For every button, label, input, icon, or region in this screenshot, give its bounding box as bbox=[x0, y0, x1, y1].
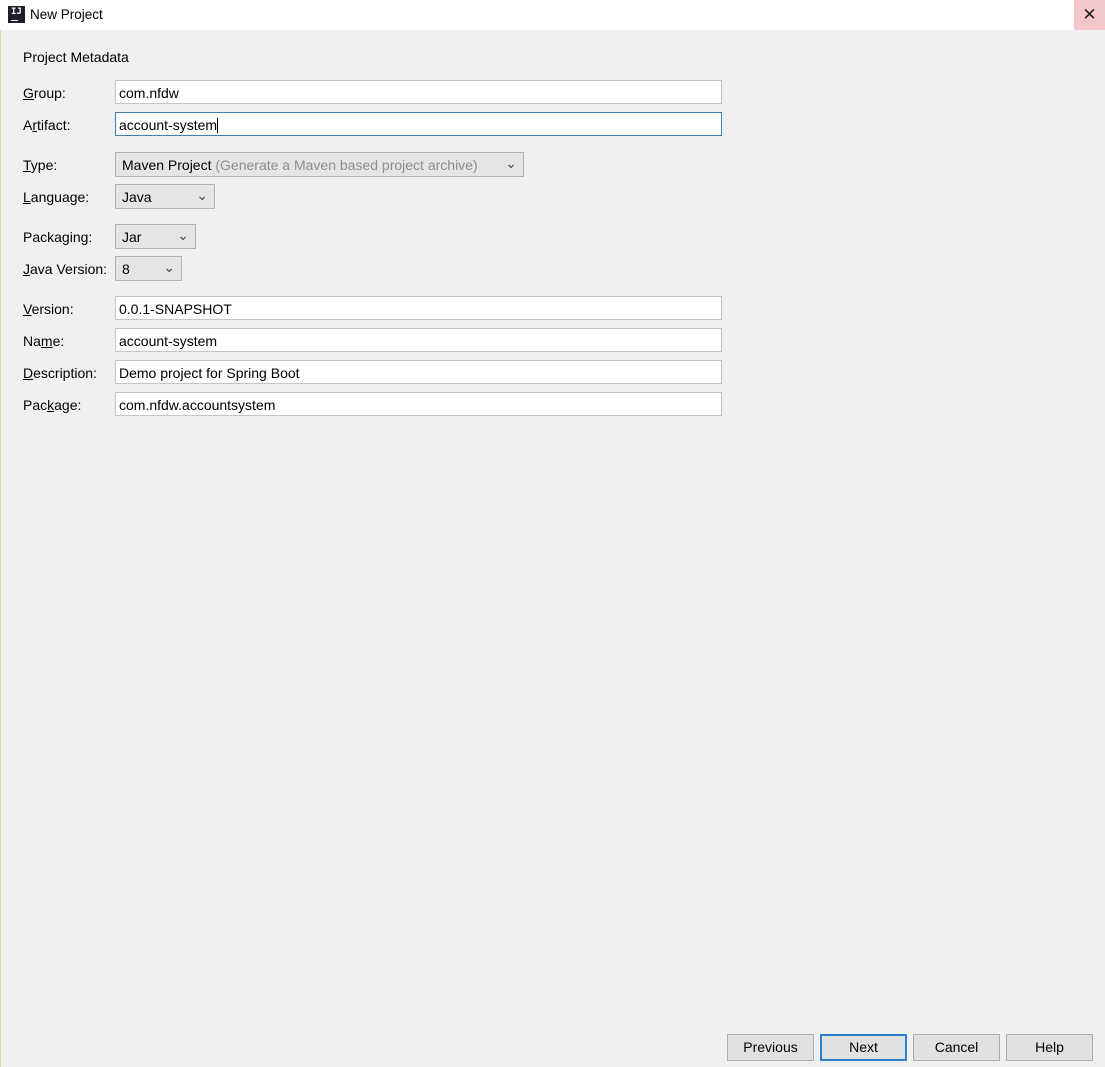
window-edge bbox=[0, 30, 1, 1067]
name-label: Name: bbox=[23, 333, 64, 349]
language-label-text: anguage: bbox=[30, 189, 90, 205]
window-title: New Project bbox=[30, 7, 103, 22]
group-label-mnemonic: G bbox=[23, 85, 34, 101]
package-value: com.nfdw.accountsystem bbox=[119, 397, 276, 413]
type-label-mnemonic: T bbox=[23, 157, 31, 173]
chevron-down-icon: ⌄ bbox=[196, 187, 208, 203]
chevron-down-icon: ⌄ bbox=[163, 259, 175, 275]
type-label: Type: bbox=[23, 157, 57, 173]
close-icon: ✕ bbox=[1082, 5, 1097, 24]
group-label: Group: bbox=[23, 85, 66, 101]
version-value: 0.0.1-SNAPSHOT bbox=[119, 301, 232, 317]
java-version-value: 8 bbox=[122, 261, 130, 277]
next-button[interactable]: Next bbox=[820, 1034, 907, 1061]
intellij-icon: IJ bbox=[8, 6, 25, 23]
packaging-dropdown[interactable]: Jar ⌄ bbox=[115, 224, 196, 249]
group-value: com.nfdw bbox=[119, 85, 179, 101]
description-label-text: escription: bbox=[33, 365, 97, 381]
language-dropdown[interactable]: Java ⌄ bbox=[115, 184, 215, 209]
language-label-mnemonic: L bbox=[23, 189, 31, 205]
package-label-text: age: bbox=[54, 397, 82, 413]
package-label-pre: Pac bbox=[23, 397, 48, 413]
type-label-text: ype: bbox=[30, 157, 58, 173]
package-label: Package: bbox=[23, 397, 81, 413]
language-value: Java bbox=[122, 189, 152, 205]
artifact-label-text: tifact: bbox=[37, 117, 71, 133]
description-label: Description: bbox=[23, 365, 97, 381]
description-label-mnemonic: D bbox=[23, 365, 34, 381]
name-label-text: e: bbox=[52, 333, 65, 349]
text-caret bbox=[217, 118, 219, 133]
type-dropdown[interactable]: Maven Project (Generate a Maven based pr… bbox=[115, 152, 524, 177]
packaging-label: Packaging: bbox=[23, 229, 92, 245]
version-label-mnemonic: V bbox=[23, 301, 32, 317]
java-version-label-text: ava Version: bbox=[30, 261, 108, 277]
close-button[interactable]: ✕ bbox=[1074, 0, 1105, 30]
section-title: Project Metadata bbox=[23, 49, 129, 65]
description-field[interactable]: Demo project for Spring Boot bbox=[115, 360, 722, 384]
cancel-button[interactable]: Cancel bbox=[913, 1034, 1000, 1061]
artifact-label-pre: A bbox=[23, 117, 33, 133]
packaging-label-mnemonic: g bbox=[61, 229, 70, 245]
previous-button[interactable]: Previous bbox=[727, 1034, 814, 1061]
java-version-label-mnemonic: J bbox=[23, 261, 30, 277]
packaging-value: Jar bbox=[122, 229, 142, 245]
packaging-label-pre: Packa bbox=[23, 229, 62, 245]
version-label-text: ersion: bbox=[31, 301, 74, 317]
group-label-text: roup: bbox=[33, 85, 66, 101]
chevron-down-icon: ⌄ bbox=[505, 155, 517, 171]
artifact-value: account-system bbox=[119, 117, 218, 133]
name-label-pre: Na bbox=[23, 333, 41, 349]
type-value: Maven Project bbox=[122, 157, 212, 173]
title-bar: IJ New Project ✕ bbox=[0, 0, 1105, 30]
description-value: Demo project for Spring Boot bbox=[119, 365, 300, 381]
java-version-dropdown[interactable]: 8 ⌄ bbox=[115, 256, 182, 281]
help-button[interactable]: Help bbox=[1006, 1034, 1093, 1061]
java-version-label: Java Version: bbox=[23, 261, 107, 277]
name-field[interactable]: account-system bbox=[115, 328, 722, 352]
package-field[interactable]: com.nfdw.accountsystem bbox=[115, 392, 722, 416]
name-value: account-system bbox=[119, 333, 218, 349]
version-field[interactable]: 0.0.1-SNAPSHOT bbox=[115, 296, 722, 320]
version-label: Version: bbox=[23, 301, 74, 317]
chevron-down-icon: ⌄ bbox=[177, 227, 189, 243]
group-field[interactable]: com.nfdw bbox=[115, 80, 722, 104]
artifact-field[interactable]: account-system bbox=[115, 112, 722, 136]
name-label-mnemonic: m bbox=[40, 333, 53, 349]
packaging-label-text: ing: bbox=[69, 229, 93, 245]
artifact-label: Artifact: bbox=[23, 117, 70, 133]
language-label: Language: bbox=[23, 189, 89, 205]
type-hint: (Generate a Maven based project archive) bbox=[215, 157, 478, 173]
